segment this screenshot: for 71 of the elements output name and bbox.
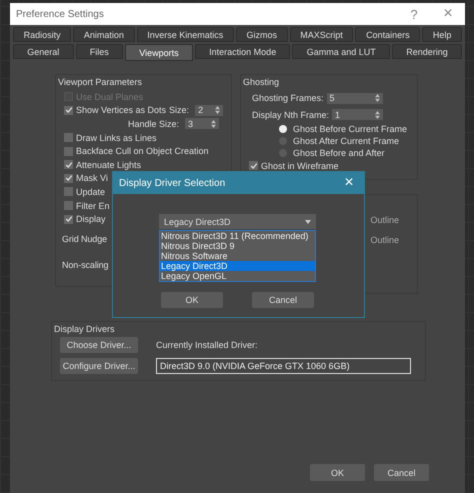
checkbox-label: Ghost in Wireframe [261, 160, 339, 171]
dropdown-option[interactable]: Nitrous Direct3D 9 [160, 241, 315, 251]
choose-driver-button[interactable]: Choose Driver... [60, 337, 138, 353]
window-title: Preference Settings [16, 8, 105, 20]
ok-button[interactable]: OK [310, 464, 365, 481]
configure-driver-button[interactable]: Configure Driver... [60, 358, 138, 374]
tab[interactable]: MAXScript [290, 27, 354, 42]
checkbox-label: Attenuate Lights [76, 160, 142, 170]
ok-button[interactable]: OK [161, 292, 223, 308]
checkbox[interactable] [64, 187, 73, 196]
group-title: Display Drivers [54, 324, 116, 334]
spinner-arrows-icon[interactable] [375, 94, 380, 102]
spinner-label: Ghosting Frames: [252, 93, 324, 104]
cancel-button[interactable]: Cancel [252, 292, 314, 308]
radio-label: Ghost Before Current Frame [293, 124, 408, 134]
spinner-field[interactable]: 2 [195, 104, 223, 116]
option-label: Outline [370, 235, 400, 245]
installed-driver-field: Direct3D 9.0 (NVIDIA GeForce GTX 1060 6GB) [156, 358, 411, 374]
spinner-arrows-icon[interactable] [215, 106, 220, 114]
close-button[interactable]: × [431, 5, 465, 23]
caret-icon [305, 220, 311, 224]
spinner-field[interactable]: 3 [185, 118, 219, 130]
tab[interactable]: Help [422, 27, 462, 42]
spinner-label: Size: [169, 105, 190, 116]
checkbox-label: Mask Vi [76, 173, 108, 184]
checkbox-label: Draw Links as Lines [76, 132, 157, 143]
spinner-label: Display Nth Frame: [252, 110, 330, 120]
tab[interactable]: Containers [355, 27, 420, 42]
tab[interactable]: Files [76, 44, 124, 59]
tab[interactable]: General [13, 44, 74, 59]
radio-label: Ghost Before and After [293, 148, 385, 158]
tab[interactable]: Gamma and LUT [292, 44, 390, 59]
spinner-arrows-icon[interactable] [211, 120, 216, 128]
checkbox[interactable] [64, 106, 73, 115]
dropdown-option[interactable]: Legacy Direct3D [160, 261, 315, 271]
radio-button[interactable] [279, 125, 287, 133]
checkbox-label: Filter En [76, 200, 110, 211]
spinner-field[interactable]: 5 [326, 92, 383, 104]
radio-label: Ghost After Current Frame [293, 136, 400, 146]
help-button[interactable]: ? [397, 6, 431, 22]
spinner-field[interactable]: 1 [332, 109, 383, 120]
checkbox-label: Display [76, 214, 106, 224]
modal-title: Display Driver Selection [119, 178, 226, 188]
cancel-button[interactable]: Cancel [374, 464, 429, 481]
close-button[interactable]: × [334, 174, 364, 192]
group-title: Ghosting [243, 77, 280, 87]
dropdown-option[interactable]: Legacy OpenGL [160, 271, 315, 281]
spinner-label: Handle Size: [128, 118, 179, 129]
dropdown[interactable]: Legacy Direct3D [159, 214, 316, 229]
option-label: Outline [370, 215, 400, 225]
installed-driver-label: Currently Installed Driver: [156, 340, 259, 350]
option-label: Non-scaling [62, 260, 108, 270]
checkbox-label: Show Vertices as Dots [76, 105, 166, 116]
tab[interactable]: Gizmos [236, 27, 288, 42]
tab[interactable]: Inverse Kinematics [136, 27, 234, 42]
dropdown-option[interactable]: Nitrous Software [160, 251, 315, 261]
tab[interactable]: Radiosity [13, 27, 72, 42]
tab[interactable]: Animation [73, 27, 135, 42]
checkbox-label: Backface Cull on Object Creation [76, 146, 209, 156]
tab[interactable]: Viewports [125, 44, 193, 61]
checkbox[interactable] [64, 146, 73, 156]
checkbox[interactable] [64, 174, 73, 183]
checkbox[interactable] [64, 133, 73, 142]
option-label: Grid Nudge [62, 234, 108, 244]
checkbox[interactable] [64, 201, 73, 210]
tab[interactable]: Interaction Mode [194, 44, 290, 59]
tab[interactable]: Rendering [392, 44, 462, 59]
group-title: Viewport Parameters [58, 77, 143, 87]
spinner-arrows-icon[interactable] [375, 110, 380, 119]
dropdown-option[interactable]: Nitrous Direct3D 11 (Recommended) [160, 231, 315, 241]
checkbox-label: Update [76, 186, 106, 197]
